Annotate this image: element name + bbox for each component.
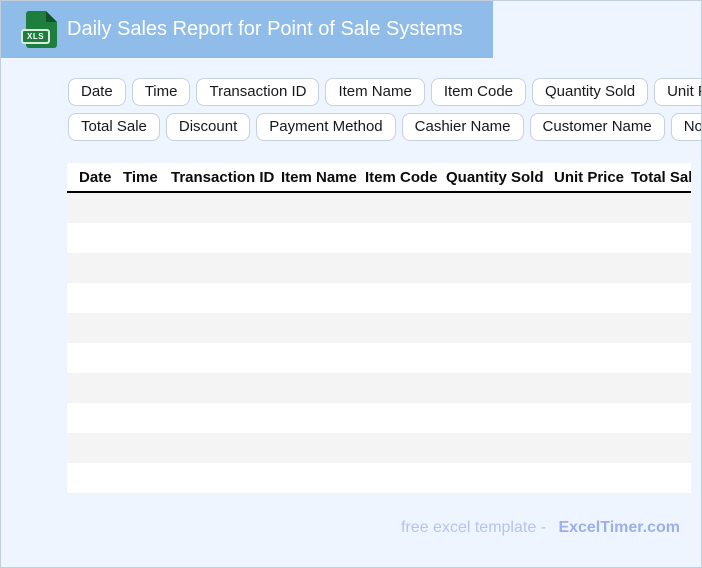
xls-file-icon-badge: XLS [21,29,50,44]
column-header-item-name: Item Name [281,169,365,186]
column-header-unit-price: Unit Price [554,169,631,186]
field-chips: DateTimeTransaction IDItem NameItem Code… [68,78,700,148]
field-chip-date[interactable]: Date [68,78,126,106]
field-chip-customer-name[interactable]: Customer Name [530,113,665,141]
field-chip-item-name[interactable]: Item Name [325,78,424,106]
field-chip-time[interactable]: Time [132,78,191,106]
column-header-quantity-sold: Quantity Sold [446,169,554,186]
page-title: Daily Sales Report for Point of Sale Sys… [67,18,463,41]
table-row [67,373,691,403]
field-chip-item-code[interactable]: Item Code [431,78,526,106]
footer-credit: free excel template - ExcelTimer.com [401,519,680,537]
column-header-time: Time [123,169,171,186]
xls-file-icon-fold [46,11,57,22]
field-chips-row-2: Total SaleDiscountPayment MethodCashier … [68,113,700,141]
field-chip-notes[interactable]: Notes [671,113,702,141]
column-header-item-code: Item Code [365,169,446,186]
table-row [67,313,691,343]
table-row [67,403,691,433]
footer-text: free excel template - [401,519,546,536]
xls-file-icon: XLS [24,10,58,49]
footer-brand[interactable]: ExcelTimer.com [558,519,680,536]
table-row [67,433,691,463]
field-chip-quantity-sold[interactable]: Quantity Sold [532,78,648,106]
field-chips-row-1: DateTimeTransaction IDItem NameItem Code… [68,78,700,106]
table-row [67,343,691,373]
table-header-row: DateTimeTransaction IDItem NameItem Code… [67,163,691,193]
table-row [67,283,691,313]
table-row [67,463,691,493]
field-chip-total-sale[interactable]: Total Sale [68,113,160,141]
table-row [67,193,691,223]
table-row [67,253,691,283]
field-chip-unit-price[interactable]: Unit Price [654,78,702,106]
table-body [67,193,691,493]
field-chip-payment-method[interactable]: Payment Method [256,113,395,141]
column-header-total-sale: Total Sale [631,169,691,186]
column-header-transaction-id: Transaction ID [171,169,281,186]
sales-table: DateTimeTransaction IDItem NameItem Code… [67,163,691,493]
field-chip-discount[interactable]: Discount [166,113,250,141]
field-chip-cashier-name[interactable]: Cashier Name [402,113,524,141]
field-chip-transaction-id[interactable]: Transaction ID [196,78,319,106]
template-preview-page: XLS Daily Sales Report for Point of Sale… [0,0,702,568]
column-header-date: Date [67,169,123,186]
table-row [67,223,691,253]
header-banner: XLS Daily Sales Report for Point of Sale… [1,1,493,58]
